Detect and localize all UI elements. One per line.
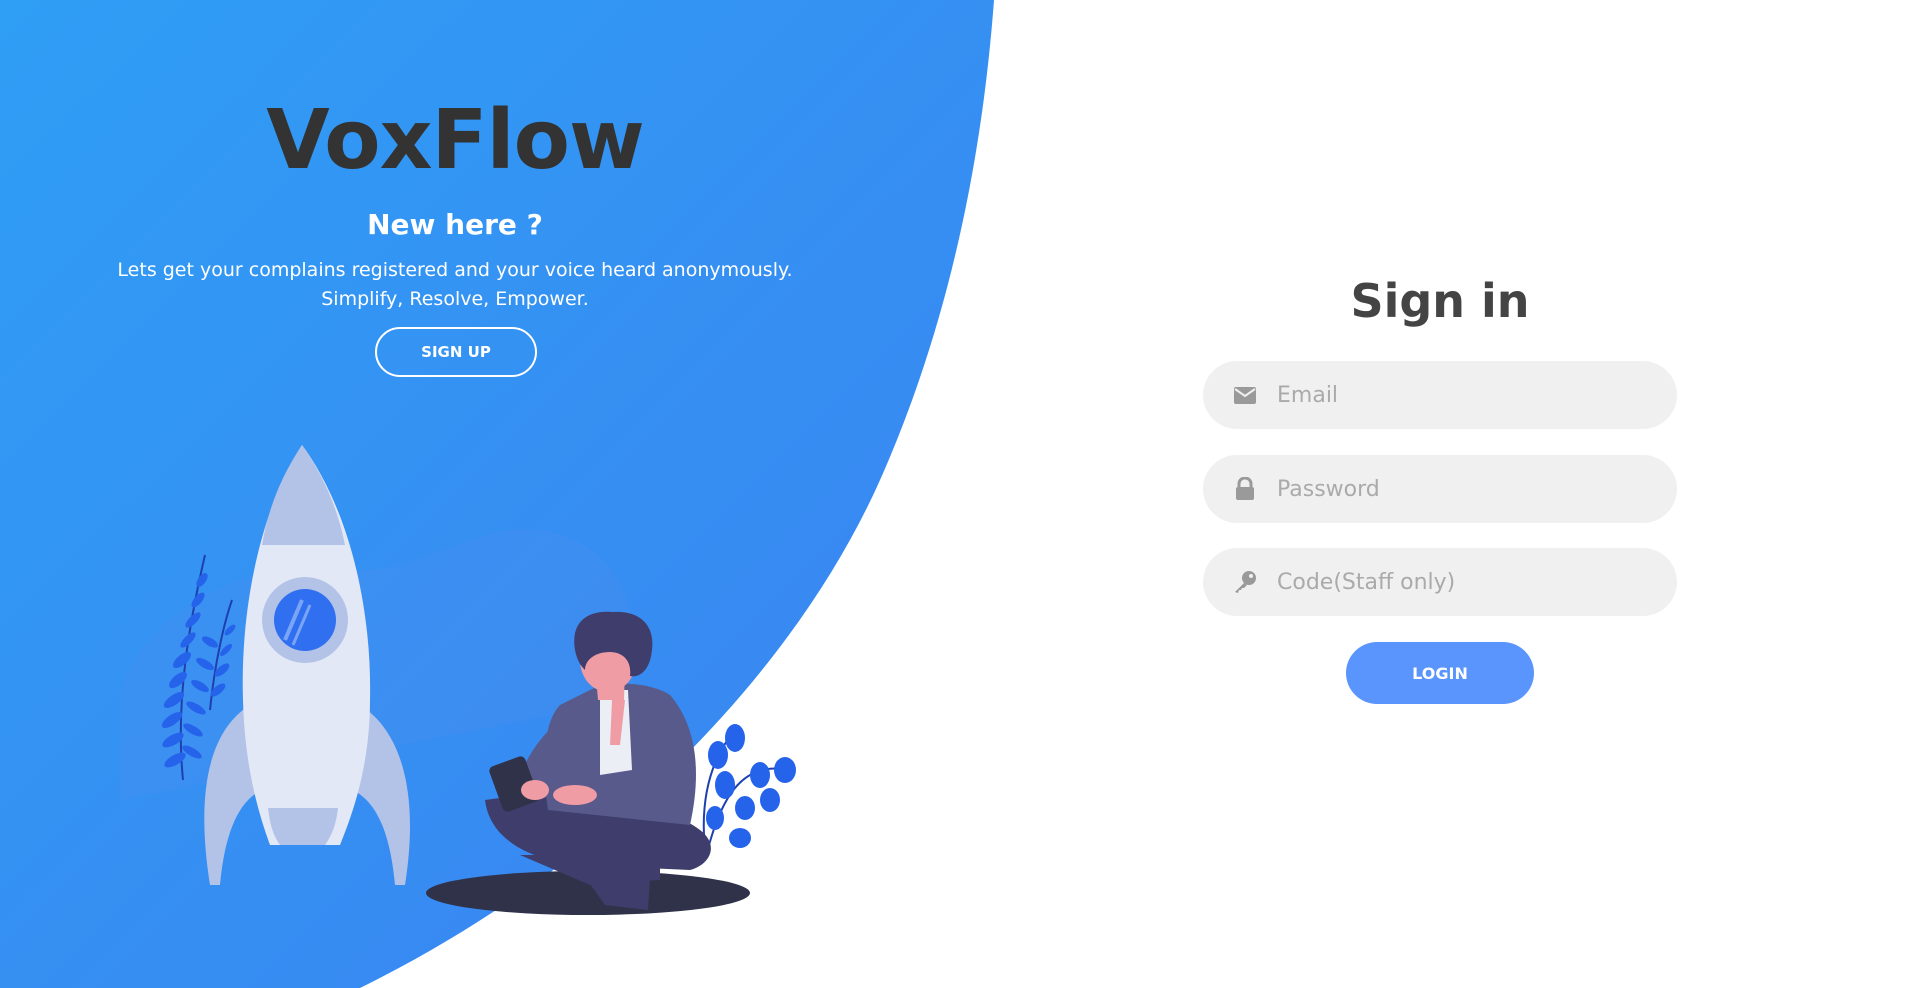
password-field[interactable]	[1203, 455, 1677, 523]
key-icon	[1233, 570, 1257, 594]
email-input[interactable]	[1277, 361, 1677, 429]
new-here-heading: New here ?	[367, 208, 543, 241]
sign-up-button[interactable]: SIGN UP	[375, 327, 537, 377]
email-field[interactable]	[1203, 361, 1677, 429]
sign-in-title: Sign in	[1350, 274, 1530, 328]
staff-code-input[interactable]	[1277, 548, 1677, 616]
lock-icon	[1233, 477, 1257, 501]
envelope-icon	[1233, 383, 1257, 407]
brand-logo-text: VoxFlow	[266, 93, 644, 188]
tagline-line-2: Simplify, Resolve, Empower.	[321, 288, 589, 310]
left-panel: VoxFlow New here ? Lets get your complai…	[0, 0, 910, 988]
tagline: Lets get your complains registered and y…	[0, 256, 910, 314]
login-button[interactable]: LOGIN	[1346, 642, 1534, 704]
password-input[interactable]	[1277, 455, 1677, 523]
tagline-line-1: Lets get your complains registered and y…	[117, 259, 793, 281]
staff-code-field[interactable]	[1203, 548, 1677, 616]
login-page: VoxFlow New here ? Lets get your complai…	[0, 0, 1920, 988]
